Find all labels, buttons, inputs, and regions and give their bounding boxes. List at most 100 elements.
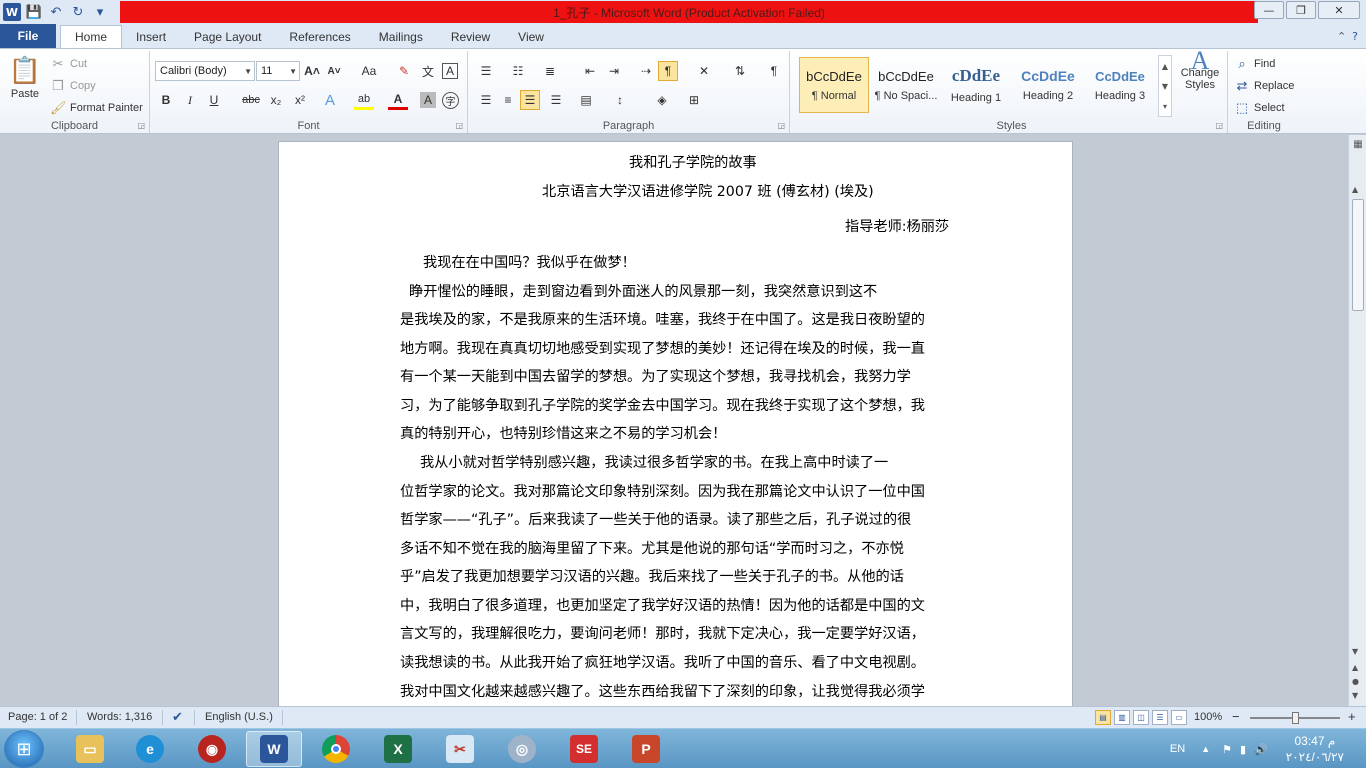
align-center-icon[interactable]: ≡ <box>498 90 518 110</box>
taskbar-se-app[interactable]: SE <box>556 731 612 767</box>
bullets-icon[interactable]: ☰ <box>476 61 496 81</box>
tab-insert[interactable]: Insert <box>122 25 180 48</box>
align-left-icon[interactable]: ☰ <box>476 90 496 110</box>
save-icon[interactable]: 💾 <box>25 3 43 21</box>
language-status[interactable]: English (U.S.) <box>205 711 273 723</box>
undo-icon[interactable]: ↶ <box>47 3 65 21</box>
superscript-button[interactable]: x² <box>290 90 310 110</box>
borders-icon[interactable]: ⊞ <box>684 90 704 110</box>
view-ruler-icon[interactable]: ▦ <box>1351 139 1365 155</box>
show-formatting-icon[interactable]: ¶ <box>658 61 678 81</box>
font-color-icon[interactable]: A <box>388 90 408 110</box>
help-icon[interactable]: ? <box>1352 30 1358 43</box>
ltr-icon[interactable]: ⇢ <box>636 61 656 81</box>
format-painter-button[interactable]: 🖌 Format Painter <box>50 100 143 116</box>
distributed-icon[interactable]: ▤ <box>576 90 596 110</box>
volume-icon[interactable]: 🔊 <box>1254 743 1268 756</box>
enclose-characters-icon[interactable]: 字 <box>442 92 459 109</box>
subscript-button[interactable]: x₂ <box>266 90 286 110</box>
italic-button[interactable]: I <box>180 90 200 110</box>
page-count[interactable]: Page: 1 of 2 <box>8 711 67 723</box>
tab-file[interactable]: File <box>0 24 56 48</box>
find-button[interactable]: ⌕ Find <box>1234 56 1275 72</box>
zoom-out-icon[interactable]: − <box>1232 709 1240 724</box>
clipboard-dialog-launcher-icon[interactable]: ◲ <box>137 121 145 130</box>
start-button[interactable]: ⊞ <box>4 730 44 768</box>
close-button[interactable]: ✕ <box>1318 1 1360 19</box>
font-family-combo[interactable]: Calibri (Body) ▼ <box>155 61 255 81</box>
tab-page-layout[interactable]: Page Layout <box>180 25 275 48</box>
next-page-icon[interactable]: ▼ <box>1352 691 1358 700</box>
highlight-color-icon[interactable]: ab <box>354 90 374 110</box>
change-case-icon[interactable]: Aa <box>354 61 384 81</box>
tab-home[interactable]: Home <box>60 25 123 48</box>
taskbar-word[interactable]: W <box>246 731 302 767</box>
network-icon[interactable]: ▮ <box>1240 743 1246 756</box>
character-border-icon[interactable]: A <box>442 63 458 79</box>
action-center-flag-icon[interactable]: ⚑ <box>1222 743 1232 756</box>
style-no-spacing[interactable]: bCcDdEe ¶ No Spaci... <box>871 57 941 113</box>
tab-mailings[interactable]: Mailings <box>365 25 437 48</box>
full-screen-reading-view-icon[interactable]: ▥ <box>1114 710 1130 725</box>
draft-view-icon[interactable]: ▭ <box>1171 710 1187 725</box>
bold-button[interactable]: B <box>156 90 176 110</box>
taskbar-edge[interactable]: e <box>122 731 178 767</box>
phonetic-guide-icon[interactable]: 文 <box>418 61 438 81</box>
copy-button[interactable]: ❐ Copy <box>50 78 96 94</box>
taskbar-powerpoint[interactable]: P <box>618 731 674 767</box>
vertical-scrollbar[interactable]: ▦ ▲ ▼ ▲ ● ▼ <box>1348 135 1366 706</box>
print-layout-view-icon[interactable]: ▤ <box>1095 710 1111 725</box>
document-page[interactable]: 我和孔子学院的故事 北京语言大学汉语进修学院 2007 班 (傅玄材) (埃及)… <box>278 141 1073 706</box>
taskbar-snipping[interactable]: ✂ <box>432 731 488 767</box>
select-button[interactable]: ⬚ Select <box>1234 100 1285 116</box>
style-normal[interactable]: bCcDdEe ¶ Normal <box>799 57 869 113</box>
word-app-icon[interactable]: W <box>3 3 21 21</box>
change-styles-button[interactable]: A Change Styles <box>1178 48 1222 92</box>
clear-formatting-icon[interactable]: ✎ <box>394 61 414 81</box>
tab-review[interactable]: Review <box>437 25 504 48</box>
language-indicator[interactable]: EN <box>1170 743 1185 755</box>
show-hidden-icons-icon[interactable]: ▲ <box>1201 744 1210 754</box>
zoom-slider-thumb[interactable] <box>1292 712 1299 724</box>
strikethrough-button[interactable]: abc <box>238 90 264 110</box>
increase-indent-icon[interactable]: ⇥ <box>604 61 624 81</box>
sort-icon[interactable]: ⇅ <box>730 61 750 81</box>
previous-page-icon[interactable]: ▲ <box>1352 663 1358 672</box>
style-heading-1[interactable]: cDdEe Heading 1 <box>941 57 1011 113</box>
numbering-icon[interactable]: ☷ <box>508 61 528 81</box>
paragraph-dialog-launcher-icon[interactable]: ◲ <box>777 121 785 130</box>
paste-button[interactable]: 📋 Paste <box>8 55 42 100</box>
style-heading-3[interactable]: CcDdEe Heading 3 <box>1085 57 1155 113</box>
taskbar-explorer[interactable]: ▭ <box>62 731 118 767</box>
scroll-up-icon[interactable]: ▲ <box>1352 185 1358 194</box>
document-area[interactable]: 我和孔子学院的故事 北京语言大学汉语进修学院 2007 班 (傅玄材) (埃及)… <box>0 135 1348 706</box>
tab-view[interactable]: View <box>504 25 558 48</box>
cut-button[interactable]: ✂ Cut <box>50 56 88 72</box>
style-heading-2[interactable]: CcDdEe Heading 2 <box>1013 57 1083 113</box>
proofing-icon[interactable]: ✔ <box>172 709 183 725</box>
redo-icon[interactable]: ↻ <box>69 3 87 21</box>
taskbar-media[interactable]: ◎ <box>494 731 550 767</box>
line-spacing-icon[interactable]: ↕ <box>610 90 630 110</box>
shading-icon[interactable]: ◈ <box>652 90 672 110</box>
multilevel-list-icon[interactable]: ≣ <box>540 61 560 81</box>
taskbar-chrome[interactable] <box>308 731 364 767</box>
justify-icon[interactable]: ☰ <box>546 90 566 110</box>
outline-view-icon[interactable]: ☰ <box>1152 710 1168 725</box>
maximize-button[interactable]: ❐ <box>1286 1 1316 19</box>
character-shading-icon[interactable]: A <box>420 92 436 108</box>
shrink-font-icon[interactable]: A˅ <box>324 61 344 81</box>
taskbar-app-eye[interactable]: ◉ <box>184 731 240 767</box>
minimize-button[interactable]: — <box>1254 1 1284 19</box>
asian-layout-icon[interactable]: ✕ <box>694 61 714 81</box>
styles-dialog-launcher-icon[interactable]: ◲ <box>1215 121 1223 130</box>
more-styles-icon[interactable]: ▾ <box>1163 102 1167 111</box>
chevron-down-icon[interactable]: ▼ <box>1162 82 1168 91</box>
font-dialog-launcher-icon[interactable]: ◲ <box>455 121 463 130</box>
scroll-down-icon[interactable]: ▼ <box>1352 647 1358 656</box>
align-right-icon[interactable]: ☰ <box>520 90 540 110</box>
clock[interactable]: 03:47 م ٢٠٢٤/٠٦/٢٧ <box>1286 733 1344 765</box>
styles-scroll[interactable]: ▲ ▼ ▾ <box>1158 55 1172 117</box>
decrease-indent-icon[interactable]: ⇤ <box>580 61 600 81</box>
customize-qat-icon[interactable]: ▾ <box>91 3 109 21</box>
